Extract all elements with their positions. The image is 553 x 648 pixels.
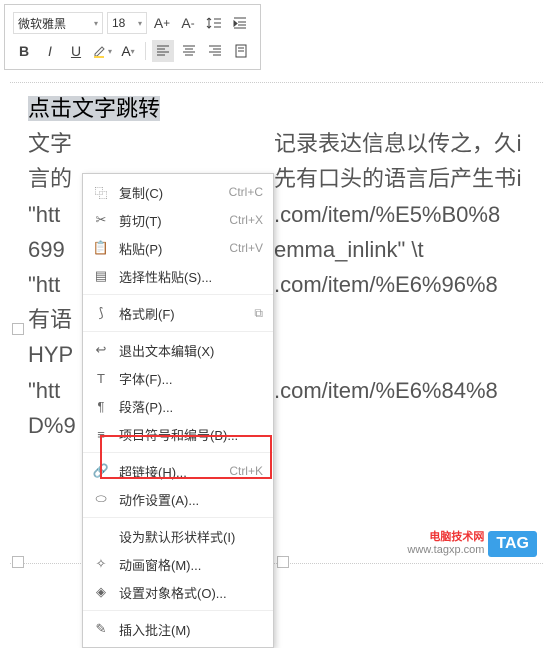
font-decrease-button[interactable]: A-: [177, 12, 199, 34]
menu-def[interactable]: 设为默认形状样式(I): [83, 522, 273, 550]
menu-font[interactable]: T 字体(F)...: [83, 364, 273, 392]
watermark: 电脑技术网 www.tagxp.com TAG: [407, 531, 537, 557]
copy-icon: ⿻: [93, 184, 109, 200]
line-spacing-button[interactable]: [203, 12, 225, 34]
menu-copy[interactable]: ⿻复制(C) Ctrl+C: [83, 178, 273, 206]
body-right-text: 记录表达信息以传之，久ⅰ 先有口头的语言后产生书ⅰ .com/item/%E5%…: [274, 126, 522, 443]
menu-bull[interactable]: ≡ 项目符号和编号(B)...: [83, 420, 273, 448]
menu-label: 退出文本编辑(X): [119, 341, 253, 360]
menu-link[interactable]: 🔗 超链接(H)... Ctrl+K: [83, 457, 273, 485]
font-icon: T: [93, 370, 109, 386]
menu-brush[interactable]: ⟆ 格式刷(F) ⧉: [83, 299, 273, 327]
menu-label: 设为默认形状样式(I): [119, 527, 253, 546]
action-icon: ⬭: [93, 491, 109, 507]
menu-label: 剪切(T): [119, 211, 219, 230]
spaste-icon: ▤: [93, 268, 109, 284]
menu-label: 格式刷(F): [119, 304, 244, 323]
menu-label: 插入批注(M): [119, 620, 253, 639]
menu-cut[interactable]: ✂ 剪切(T) Ctrl+X: [83, 206, 273, 234]
para-icon: ¶: [93, 398, 109, 414]
menu-label: 超链接(H)...: [119, 462, 219, 481]
menu-shortcut: ⧉: [254, 306, 263, 321]
menu-action[interactable]: ⬭ 动作设置(A)...: [83, 485, 273, 513]
menu-label: 设置对象格式(O)...: [119, 583, 253, 602]
italic-button[interactable]: I: [39, 40, 61, 62]
font-increase-button[interactable]: A+: [151, 12, 173, 34]
underline-button[interactable]: U: [65, 40, 87, 62]
menu-label: 粘贴(P): [119, 239, 219, 258]
menu-fmt[interactable]: ◈ 设置对象格式(O)...: [83, 578, 273, 606]
comment-icon: ✎: [93, 621, 109, 637]
body-left-text: 文字 言的 "htt 699 "htt 有语 HYP "htt D%9: [28, 126, 84, 443]
menu-para[interactable]: ¶ 段落(P)...: [83, 392, 273, 420]
floating-toolbar: 微软雅黑▾ 18▾ A+ A- B I U ▾ A▾: [4, 4, 261, 70]
cut-icon: ✂: [93, 212, 109, 228]
menu-paste[interactable]: 📋 粘贴(P) Ctrl+V: [83, 234, 273, 262]
bull-icon: ≡: [93, 426, 109, 442]
menu-shortcut: Ctrl+C: [229, 185, 263, 199]
font-name-select[interactable]: 微软雅黑▾: [13, 12, 103, 34]
context-menu: ⿻复制(C) Ctrl+C ✂ 剪切(T) Ctrl+X 📋 粘贴(P) Ctrl+V ▤ 选择性…: [82, 173, 274, 648]
highlight-button[interactable]: ▾: [91, 40, 113, 62]
menu-anim[interactable]: ✧ 动画窗格(M)...: [83, 550, 273, 578]
menu-label: 复制(C): [119, 183, 219, 202]
align-left-button[interactable]: [152, 40, 174, 62]
link-icon: 🔗: [93, 463, 109, 479]
menu-exit[interactable]: ↩ 退出文本编辑(X): [83, 336, 273, 364]
menu-label: 选择性粘贴(S)...: [119, 267, 253, 286]
paste-icon: 📋: [93, 240, 109, 256]
menu-label: 项目符号和编号(B)...: [119, 425, 253, 444]
fmt-icon: ◈: [93, 584, 109, 600]
menu-shortcut: Ctrl+X: [229, 213, 263, 227]
menu-label: 动作设置(A)...: [119, 490, 253, 509]
exit-icon: ↩: [93, 342, 109, 358]
watermark-title: 电脑技术网: [407, 531, 484, 544]
font-color-button[interactable]: A▾: [117, 40, 139, 62]
menu-spaste[interactable]: ▤ 选择性粘贴(S)...: [83, 262, 273, 290]
selected-text: 点击文字跳转: [28, 96, 160, 121]
slide-area: 点击文字跳转 文字 言的 "htt 699 "htt 有语 HYP "htt D…: [10, 82, 543, 564]
align-center-button[interactable]: [178, 40, 200, 62]
def-icon: [93, 528, 109, 544]
font-size-select[interactable]: 18▾: [107, 12, 147, 34]
anim-icon: ✧: [93, 556, 109, 572]
menu-shortcut: Ctrl+V: [229, 241, 263, 255]
watermark-tag: TAG: [488, 531, 537, 557]
menu-label: 动画窗格(M)...: [119, 555, 253, 574]
menu-label: 字体(F)...: [119, 369, 253, 388]
indent-button[interactable]: [229, 12, 251, 34]
watermark-url: www.tagxp.com: [407, 544, 484, 557]
menu-label: 段落(P)...: [119, 397, 253, 416]
menu-comment[interactable]: ✎ 插入批注(M): [83, 615, 273, 643]
align-right-button[interactable]: [204, 40, 226, 62]
bold-button[interactable]: B: [13, 40, 35, 62]
vertical-align-button[interactable]: [230, 40, 252, 62]
brush-icon: ⟆: [93, 305, 109, 321]
menu-shortcut: Ctrl+K: [229, 464, 263, 478]
